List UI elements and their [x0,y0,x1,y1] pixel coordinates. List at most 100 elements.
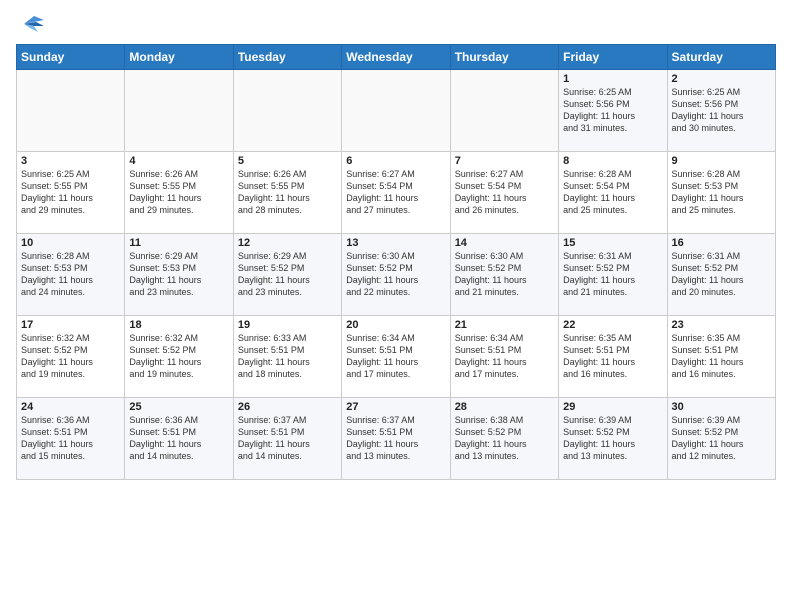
day-header-sunday: Sunday [17,45,125,70]
day-info: Sunrise: 6:27 AM Sunset: 5:54 PM Dayligh… [455,168,554,217]
day-info: Sunrise: 6:34 AM Sunset: 5:51 PM Dayligh… [346,332,445,381]
page: SundayMondayTuesdayWednesdayThursdayFrid… [0,0,792,612]
calendar-cell: 24Sunrise: 6:36 AM Sunset: 5:51 PM Dayli… [17,398,125,480]
calendar-cell: 15Sunrise: 6:31 AM Sunset: 5:52 PM Dayli… [559,234,667,316]
day-number: 20 [346,319,445,331]
week-row-3: 10Sunrise: 6:28 AM Sunset: 5:53 PM Dayli… [17,234,776,316]
day-info: Sunrise: 6:32 AM Sunset: 5:52 PM Dayligh… [129,332,228,381]
day-number: 14 [455,237,554,249]
day-number: 30 [672,401,771,413]
calendar-cell: 6Sunrise: 6:27 AM Sunset: 5:54 PM Daylig… [342,152,450,234]
day-info: Sunrise: 6:35 AM Sunset: 5:51 PM Dayligh… [672,332,771,381]
calendar-cell: 27Sunrise: 6:37 AM Sunset: 5:51 PM Dayli… [342,398,450,480]
calendar-cell: 22Sunrise: 6:35 AM Sunset: 5:51 PM Dayli… [559,316,667,398]
calendar-cell: 1Sunrise: 6:25 AM Sunset: 5:56 PM Daylig… [559,70,667,152]
day-number: 26 [238,401,337,413]
day-number: 15 [563,237,662,249]
week-row-2: 3Sunrise: 6:25 AM Sunset: 5:55 PM Daylig… [17,152,776,234]
calendar-table: SundayMondayTuesdayWednesdayThursdayFrid… [16,44,776,480]
day-number: 4 [129,155,228,167]
day-info: Sunrise: 6:36 AM Sunset: 5:51 PM Dayligh… [129,414,228,463]
calendar-cell: 9Sunrise: 6:28 AM Sunset: 5:53 PM Daylig… [667,152,775,234]
day-number: 1 [563,73,662,85]
week-row-1: 1Sunrise: 6:25 AM Sunset: 5:56 PM Daylig… [17,70,776,152]
day-number: 23 [672,319,771,331]
day-info: Sunrise: 6:28 AM Sunset: 5:54 PM Dayligh… [563,168,662,217]
day-header-wednesday: Wednesday [342,45,450,70]
calendar-cell [125,70,233,152]
day-info: Sunrise: 6:32 AM Sunset: 5:52 PM Dayligh… [21,332,120,381]
day-number: 9 [672,155,771,167]
calendar-cell: 16Sunrise: 6:31 AM Sunset: 5:52 PM Dayli… [667,234,775,316]
calendar-cell: 5Sunrise: 6:26 AM Sunset: 5:55 PM Daylig… [233,152,341,234]
day-header-saturday: Saturday [667,45,775,70]
day-number: 5 [238,155,337,167]
day-header-tuesday: Tuesday [233,45,341,70]
day-number: 29 [563,401,662,413]
day-info: Sunrise: 6:27 AM Sunset: 5:54 PM Dayligh… [346,168,445,217]
day-number: 10 [21,237,120,249]
day-header-monday: Monday [125,45,233,70]
day-number: 8 [563,155,662,167]
week-row-5: 24Sunrise: 6:36 AM Sunset: 5:51 PM Dayli… [17,398,776,480]
calendar-cell: 14Sunrise: 6:30 AM Sunset: 5:52 PM Dayli… [450,234,558,316]
calendar-cell: 19Sunrise: 6:33 AM Sunset: 5:51 PM Dayli… [233,316,341,398]
calendar-cell [233,70,341,152]
day-info: Sunrise: 6:25 AM Sunset: 5:56 PM Dayligh… [563,86,662,135]
calendar-cell: 23Sunrise: 6:35 AM Sunset: 5:51 PM Dayli… [667,316,775,398]
day-info: Sunrise: 6:37 AM Sunset: 5:51 PM Dayligh… [238,414,337,463]
day-info: Sunrise: 6:34 AM Sunset: 5:51 PM Dayligh… [455,332,554,381]
calendar-cell: 13Sunrise: 6:30 AM Sunset: 5:52 PM Dayli… [342,234,450,316]
logo-icon [16,12,46,36]
day-info: Sunrise: 6:35 AM Sunset: 5:51 PM Dayligh… [563,332,662,381]
day-info: Sunrise: 6:37 AM Sunset: 5:51 PM Dayligh… [346,414,445,463]
calendar-cell [17,70,125,152]
day-header-thursday: Thursday [450,45,558,70]
calendar-cell: 2Sunrise: 6:25 AM Sunset: 5:56 PM Daylig… [667,70,775,152]
calendar-cell: 25Sunrise: 6:36 AM Sunset: 5:51 PM Dayli… [125,398,233,480]
day-number: 17 [21,319,120,331]
day-info: Sunrise: 6:26 AM Sunset: 5:55 PM Dayligh… [129,168,228,217]
calendar-cell: 29Sunrise: 6:39 AM Sunset: 5:52 PM Dayli… [559,398,667,480]
calendar-cell: 11Sunrise: 6:29 AM Sunset: 5:53 PM Dayli… [125,234,233,316]
calendar-cell: 7Sunrise: 6:27 AM Sunset: 5:54 PM Daylig… [450,152,558,234]
day-info: Sunrise: 6:29 AM Sunset: 5:52 PM Dayligh… [238,250,337,299]
day-info: Sunrise: 6:30 AM Sunset: 5:52 PM Dayligh… [346,250,445,299]
calendar-cell [450,70,558,152]
day-number: 13 [346,237,445,249]
day-info: Sunrise: 6:26 AM Sunset: 5:55 PM Dayligh… [238,168,337,217]
day-info: Sunrise: 6:39 AM Sunset: 5:52 PM Dayligh… [672,414,771,463]
calendar-cell: 12Sunrise: 6:29 AM Sunset: 5:52 PM Dayli… [233,234,341,316]
day-info: Sunrise: 6:25 AM Sunset: 5:55 PM Dayligh… [21,168,120,217]
calendar-cell: 20Sunrise: 6:34 AM Sunset: 5:51 PM Dayli… [342,316,450,398]
calendar-cell: 18Sunrise: 6:32 AM Sunset: 5:52 PM Dayli… [125,316,233,398]
day-info: Sunrise: 6:38 AM Sunset: 5:52 PM Dayligh… [455,414,554,463]
calendar-cell: 3Sunrise: 6:25 AM Sunset: 5:55 PM Daylig… [17,152,125,234]
calendar-cell: 8Sunrise: 6:28 AM Sunset: 5:54 PM Daylig… [559,152,667,234]
day-info: Sunrise: 6:25 AM Sunset: 5:56 PM Dayligh… [672,86,771,135]
day-header-friday: Friday [559,45,667,70]
day-info: Sunrise: 6:29 AM Sunset: 5:53 PM Dayligh… [129,250,228,299]
calendar-cell: 21Sunrise: 6:34 AM Sunset: 5:51 PM Dayli… [450,316,558,398]
day-number: 24 [21,401,120,413]
day-number: 6 [346,155,445,167]
day-info: Sunrise: 6:28 AM Sunset: 5:53 PM Dayligh… [672,168,771,217]
day-number: 12 [238,237,337,249]
calendar-cell: 30Sunrise: 6:39 AM Sunset: 5:52 PM Dayli… [667,398,775,480]
day-info: Sunrise: 6:39 AM Sunset: 5:52 PM Dayligh… [563,414,662,463]
day-number: 16 [672,237,771,249]
day-number: 2 [672,73,771,85]
week-row-4: 17Sunrise: 6:32 AM Sunset: 5:52 PM Dayli… [17,316,776,398]
calendar-cell: 28Sunrise: 6:38 AM Sunset: 5:52 PM Dayli… [450,398,558,480]
logo [16,12,50,36]
day-number: 28 [455,401,554,413]
day-info: Sunrise: 6:33 AM Sunset: 5:51 PM Dayligh… [238,332,337,381]
day-number: 19 [238,319,337,331]
day-info: Sunrise: 6:30 AM Sunset: 5:52 PM Dayligh… [455,250,554,299]
calendar-cell: 26Sunrise: 6:37 AM Sunset: 5:51 PM Dayli… [233,398,341,480]
day-number: 7 [455,155,554,167]
calendar-cell: 10Sunrise: 6:28 AM Sunset: 5:53 PM Dayli… [17,234,125,316]
day-number: 3 [21,155,120,167]
day-info: Sunrise: 6:36 AM Sunset: 5:51 PM Dayligh… [21,414,120,463]
calendar-cell [342,70,450,152]
